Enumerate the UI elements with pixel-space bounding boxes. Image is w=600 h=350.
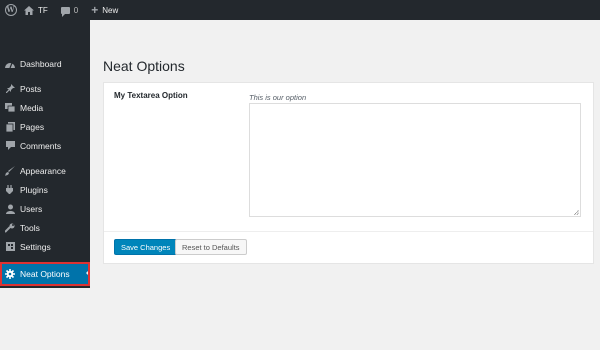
- admin-bar: W TF 0 + New: [0, 0, 600, 20]
- comments-link[interactable]: 0: [60, 0, 79, 20]
- sidebar-item-comments[interactable]: Comments: [0, 136, 90, 155]
- sidebar-item-posts[interactable]: Posts: [0, 79, 90, 98]
- sidebar-item-label: Settings: [20, 241, 51, 252]
- sidebar-item-label: Tools: [20, 222, 40, 233]
- highlight-annotation-box: [0, 262, 90, 286]
- sidebar-item-dashboard[interactable]: Dashboard: [0, 54, 90, 73]
- user-icon: [0, 204, 20, 214]
- sidebar-item-settings[interactable]: Settings: [0, 237, 90, 256]
- new-label: New: [102, 5, 119, 15]
- options-form-card: My Textarea Option This is our option Sa…: [103, 82, 594, 264]
- sidebar-item-label: Comments: [20, 140, 62, 151]
- wrench-icon: [0, 223, 20, 233]
- textarea-option-input[interactable]: [249, 103, 581, 217]
- form-divider: [104, 231, 593, 232]
- pages-icon: [0, 121, 20, 132]
- reset-defaults-button[interactable]: Reset to Defaults: [175, 239, 247, 255]
- wordpress-logo-button[interactable]: W: [0, 0, 21, 20]
- sidebar-item-label: Appearance: [20, 165, 66, 176]
- sidebar-item-tools[interactable]: Tools: [0, 218, 90, 237]
- field-label: My Textarea Option: [114, 91, 188, 100]
- page-title: Neat Options: [103, 58, 185, 74]
- sidebar-item-label: Posts: [20, 83, 42, 94]
- sidebar-item-label: Dashboard: [20, 58, 62, 69]
- comment-count: 0: [73, 5, 79, 15]
- sidebar-item-label: Plugins: [20, 184, 48, 195]
- site-name-label: TF: [38, 5, 48, 15]
- sidebar-item-media[interactable]: Media: [0, 98, 90, 117]
- paintbrush-icon: [0, 165, 20, 176]
- sidebar-item-pages[interactable]: Pages: [0, 117, 90, 136]
- sidebar-item-label: Pages: [20, 121, 45, 132]
- plugin-icon: [0, 184, 20, 195]
- sidebar-item-users[interactable]: Users: [0, 199, 90, 218]
- wordpress-logo-icon: W: [4, 4, 17, 16]
- sidebar-item-appearance[interactable]: Appearance: [0, 161, 90, 180]
- plus-icon: +: [91, 3, 99, 17]
- site-name-link[interactable]: TF: [24, 0, 48, 20]
- new-content-link[interactable]: + New: [91, 0, 118, 20]
- home-icon: [24, 5, 34, 15]
- sidebar-item-label: Media: [20, 102, 44, 113]
- field-description: This is our option: [249, 93, 307, 102]
- dashboard-icon: [0, 60, 20, 68]
- comment-icon: [0, 141, 20, 150]
- sidebar-item-label: Users: [20, 203, 43, 214]
- sidebar-item-plugins[interactable]: Plugins: [0, 180, 90, 199]
- save-changes-button[interactable]: Save Changes: [114, 239, 178, 255]
- media-icon: [0, 103, 20, 112]
- comment-bubble-icon: [60, 6, 70, 17]
- settings-icon: [0, 242, 20, 251]
- resize-handle[interactable]: [574, 210, 579, 215]
- pushpin-icon: [0, 84, 20, 93]
